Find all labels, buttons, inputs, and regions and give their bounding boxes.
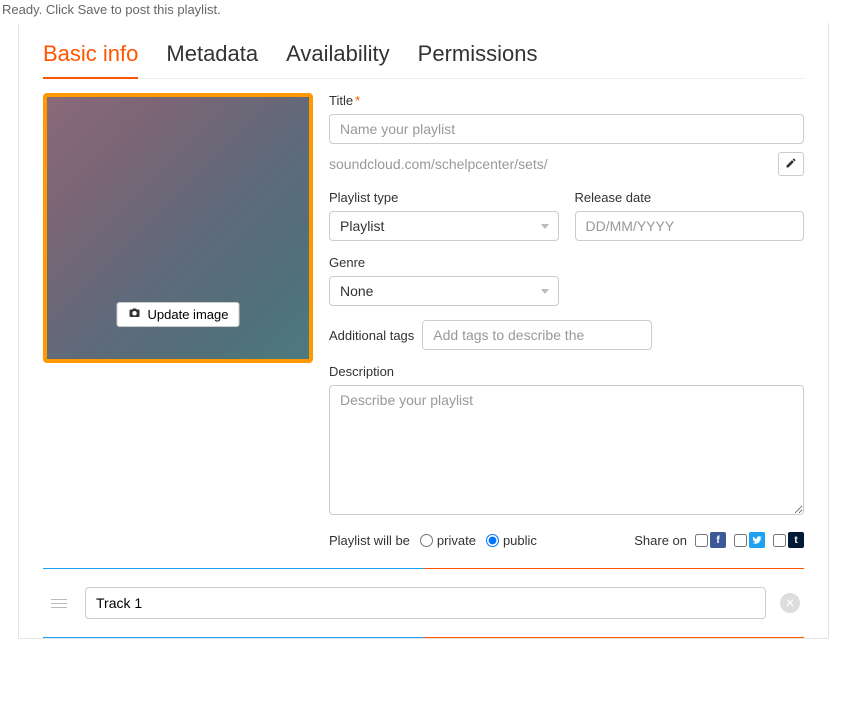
- track-title-input[interactable]: [85, 587, 766, 619]
- title-label: Title*: [329, 93, 804, 108]
- share-facebook[interactable]: f: [695, 532, 726, 548]
- playlist-type-select-wrap: Playlist: [329, 211, 559, 241]
- genre-label: Genre: [329, 255, 804, 270]
- playlist-type-select[interactable]: Playlist: [329, 211, 559, 241]
- tab-basic-info[interactable]: Basic info: [43, 41, 138, 79]
- twitter-icon: [749, 532, 765, 548]
- share-label: Share on: [634, 533, 687, 548]
- genre-select-wrap: None: [329, 276, 559, 306]
- share-tumblr-checkbox[interactable]: [773, 534, 786, 547]
- tags-field: Additional tags: [329, 320, 804, 350]
- release-date-field: Release date: [575, 190, 805, 241]
- tags-input[interactable]: [422, 320, 652, 350]
- update-image-label: Update image: [148, 307, 229, 322]
- privacy-private-radio[interactable]: [420, 534, 433, 547]
- genre-field: Genre None: [329, 255, 804, 306]
- camera-icon: [128, 307, 142, 322]
- description-textarea[interactable]: [329, 385, 804, 515]
- tumblr-icon: t: [788, 532, 804, 548]
- edit-permalink-button[interactable]: [778, 152, 804, 176]
- playlist-type-label: Playlist type: [329, 190, 559, 205]
- share-group: Share on f t: [634, 532, 804, 548]
- privacy-private-label: private: [437, 533, 476, 548]
- type-date-row: Playlist type Playlist Release date: [329, 190, 804, 241]
- track-row: ✕: [43, 569, 804, 637]
- required-indicator: *: [355, 93, 360, 108]
- privacy-public-option[interactable]: public: [486, 533, 537, 548]
- close-icon: ✕: [785, 596, 795, 610]
- form-column: Title* soundcloud.com/schelpcenter/sets/…: [329, 93, 804, 548]
- description-label: Description: [329, 364, 804, 379]
- release-date-label: Release date: [575, 190, 805, 205]
- privacy-private-option[interactable]: private: [420, 533, 476, 548]
- privacy-group: Playlist will be private public: [329, 533, 537, 548]
- share-facebook-checkbox[interactable]: [695, 534, 708, 547]
- section-divider: [43, 637, 804, 638]
- status-text: Ready. Click Save to post this playlist.: [0, 0, 847, 23]
- genre-select[interactable]: None: [329, 276, 559, 306]
- description-field: Description: [329, 364, 804, 518]
- title-input[interactable]: [329, 114, 804, 144]
- remove-track-button[interactable]: ✕: [780, 593, 800, 613]
- tab-metadata[interactable]: Metadata: [166, 41, 258, 78]
- artwork-frame: Update image: [43, 93, 313, 363]
- basic-info-body: Update image Title* soundcloud.com/schel…: [43, 79, 804, 568]
- update-image-button[interactable]: Update image: [117, 302, 240, 327]
- tab-permissions[interactable]: Permissions: [418, 41, 538, 78]
- drag-handle-icon[interactable]: [47, 599, 71, 608]
- title-label-text: Title: [329, 93, 353, 108]
- pencil-icon: [785, 157, 797, 172]
- privacy-public-label: public: [503, 533, 537, 548]
- share-tumblr[interactable]: t: [773, 532, 804, 548]
- privacy-public-radio[interactable]: [486, 534, 499, 547]
- tabs: Basic info Metadata Availability Permiss…: [43, 23, 804, 79]
- permalink-text: soundcloud.com/schelpcenter/sets/: [329, 156, 770, 172]
- tab-availability[interactable]: Availability: [286, 41, 390, 78]
- permalink-row: soundcloud.com/schelpcenter/sets/: [329, 152, 804, 176]
- share-twitter-checkbox[interactable]: [734, 534, 747, 547]
- title-field: Title* soundcloud.com/schelpcenter/sets/: [329, 93, 804, 176]
- share-twitter[interactable]: [734, 532, 765, 548]
- privacy-share-row: Playlist will be private public Share on…: [329, 532, 804, 548]
- privacy-label: Playlist will be: [329, 533, 410, 548]
- playlist-type-field: Playlist type Playlist: [329, 190, 559, 241]
- facebook-icon: f: [710, 532, 726, 548]
- tags-label: Additional tags: [329, 328, 414, 343]
- release-date-input[interactable]: [575, 211, 805, 241]
- playlist-editor-panel: Basic info Metadata Availability Permiss…: [18, 23, 829, 639]
- artwork-column: Update image: [43, 93, 313, 548]
